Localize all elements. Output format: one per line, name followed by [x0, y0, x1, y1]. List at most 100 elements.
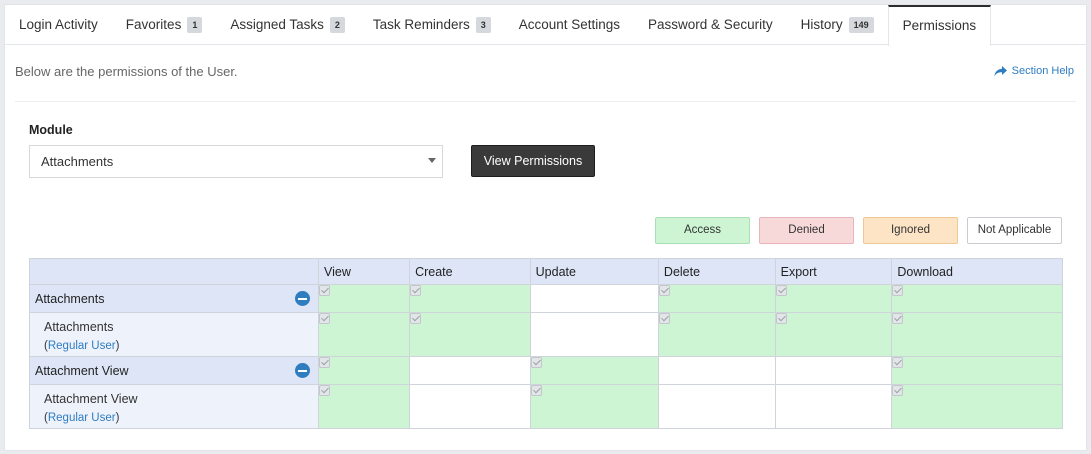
sub-name: Attachments	[44, 320, 114, 334]
tab-account-settings[interactable]: Account Settings	[505, 5, 634, 45]
collapse-minus-icon[interactable]	[295, 291, 310, 306]
checkbox-checked-icon	[892, 313, 904, 324]
tab-label: History	[800, 17, 843, 32]
intro-text: Below are the permissions of the User.	[15, 64, 238, 79]
user-permissions-panel: Login Activity Favorites 1 Assigned Tasks…	[4, 4, 1087, 451]
checkbox-checked-icon	[658, 313, 670, 324]
module-row: Attachment View	[29, 356, 1063, 385]
permission-cell	[529, 384, 659, 429]
module-select-value: Attachments	[41, 154, 114, 169]
permission-cell	[657, 312, 776, 357]
permission-cell	[657, 356, 776, 385]
permission-cell	[891, 384, 1063, 429]
permission-cell	[529, 356, 659, 385]
table-header-row: View Create Update Delete Export Downloa…	[29, 258, 1063, 285]
tab-label: Task Reminders	[372, 17, 470, 32]
module-row: Attachments	[29, 284, 1063, 313]
sub-row-name: Attachments (Regular User)	[29, 312, 319, 357]
section-help-link[interactable]: Section Help	[993, 65, 1074, 77]
role-line: (Regular User)	[44, 412, 120, 424]
module-label: Module	[29, 123, 73, 137]
legend-not-applicable: Not Applicable	[967, 217, 1062, 244]
permission-cell	[409, 284, 531, 313]
tab-label: Login Activity	[19, 17, 98, 32]
permission-cell	[774, 312, 893, 357]
tab-label: Favorites	[125, 17, 182, 32]
module-name: Attachment View	[35, 363, 129, 378]
column-header-download: Download	[891, 258, 1063, 285]
count-badge: 149	[848, 17, 874, 33]
permission-cell	[774, 284, 893, 313]
module-name: Attachments	[35, 291, 105, 306]
checkbox-checked-icon	[319, 285, 330, 296]
count-badge: 2	[329, 17, 345, 33]
permission-cell	[774, 356, 893, 385]
permission-cell	[317, 312, 411, 357]
caret-down-icon	[428, 158, 436, 163]
column-header-create: Create	[409, 258, 531, 285]
permission-cell	[891, 312, 1063, 357]
permission-cell	[317, 284, 411, 313]
checkbox-checked-icon	[410, 313, 422, 324]
role-link[interactable]: Regular User	[48, 412, 116, 424]
tab-label: Assigned Tasks	[230, 17, 324, 32]
checkbox-checked-icon	[658, 285, 670, 296]
tab-history[interactable]: History 149	[787, 5, 888, 45]
role-link[interactable]: Regular User	[48, 340, 116, 352]
view-permissions-button[interactable]: View Permissions	[471, 145, 595, 177]
sub-row-name: Attachment View (Regular User)	[29, 384, 319, 429]
role-line: (Regular User)	[44, 340, 120, 352]
tab-permissions[interactable]: Permissions	[887, 5, 992, 46]
column-header-update: Update	[529, 258, 659, 285]
permission-cell	[891, 284, 1063, 313]
divider	[15, 101, 1076, 102]
share-arrow-icon	[993, 65, 1007, 76]
permission-cell	[891, 356, 1063, 385]
checkbox-checked-icon	[892, 285, 904, 296]
permission-cell	[529, 284, 659, 313]
checkbox-checked-icon	[775, 285, 787, 296]
legend-access: Access	[655, 217, 750, 244]
permission-cell	[657, 284, 776, 313]
legend-denied: Denied	[759, 217, 854, 244]
permission-cell	[409, 356, 531, 385]
tab-label: Permissions	[902, 18, 977, 33]
permission-cell	[529, 312, 659, 357]
sub-row: Attachments (Regular User)	[29, 312, 1063, 357]
permission-cell	[409, 384, 531, 429]
checkbox-checked-icon	[410, 285, 422, 296]
checkbox-checked-icon	[319, 357, 330, 368]
collapse-minus-icon[interactable]	[295, 363, 310, 378]
column-header-delete: Delete	[657, 258, 776, 285]
checkbox-checked-icon	[319, 385, 330, 396]
checkbox-checked-icon	[530, 385, 542, 396]
tab-password-security[interactable]: Password & Security	[634, 5, 787, 45]
tab-bar: Login Activity Favorites 1 Assigned Tasks…	[5, 5, 1086, 46]
tab-favorites[interactable]: Favorites 1	[112, 5, 217, 45]
count-badge: 3	[475, 17, 491, 33]
sub-row: Attachment View (Regular User)	[29, 384, 1063, 429]
permission-cell	[317, 356, 411, 385]
permission-cell	[774, 384, 893, 429]
section-help-label: Section Help	[1011, 65, 1074, 77]
checkbox-checked-icon	[319, 313, 330, 324]
tab-label: Account Settings	[518, 17, 621, 32]
tab-assigned-tasks[interactable]: Assigned Tasks 2	[216, 5, 359, 45]
tab-login-activity[interactable]: Login Activity	[5, 5, 112, 45]
checkbox-checked-icon	[892, 385, 904, 396]
tab-label: Password & Security	[648, 17, 773, 32]
checkbox-checked-icon	[892, 357, 904, 368]
column-header-export: Export	[774, 258, 893, 285]
count-badge: 1	[187, 17, 203, 33]
module-row-name: Attachments	[29, 284, 319, 313]
tab-task-reminders[interactable]: Task Reminders 3	[359, 5, 505, 45]
column-header-name	[29, 258, 319, 285]
module-select[interactable]: Attachments	[29, 145, 443, 178]
permission-cell	[657, 384, 776, 429]
legend-ignored: Ignored	[863, 217, 958, 244]
checkbox-checked-icon	[775, 313, 787, 324]
permission-cell	[317, 384, 411, 429]
module-row-name: Attachment View	[29, 356, 319, 385]
permissions-table: View Create Update Delete Export Downloa…	[29, 258, 1063, 429]
permission-cell	[409, 312, 531, 357]
